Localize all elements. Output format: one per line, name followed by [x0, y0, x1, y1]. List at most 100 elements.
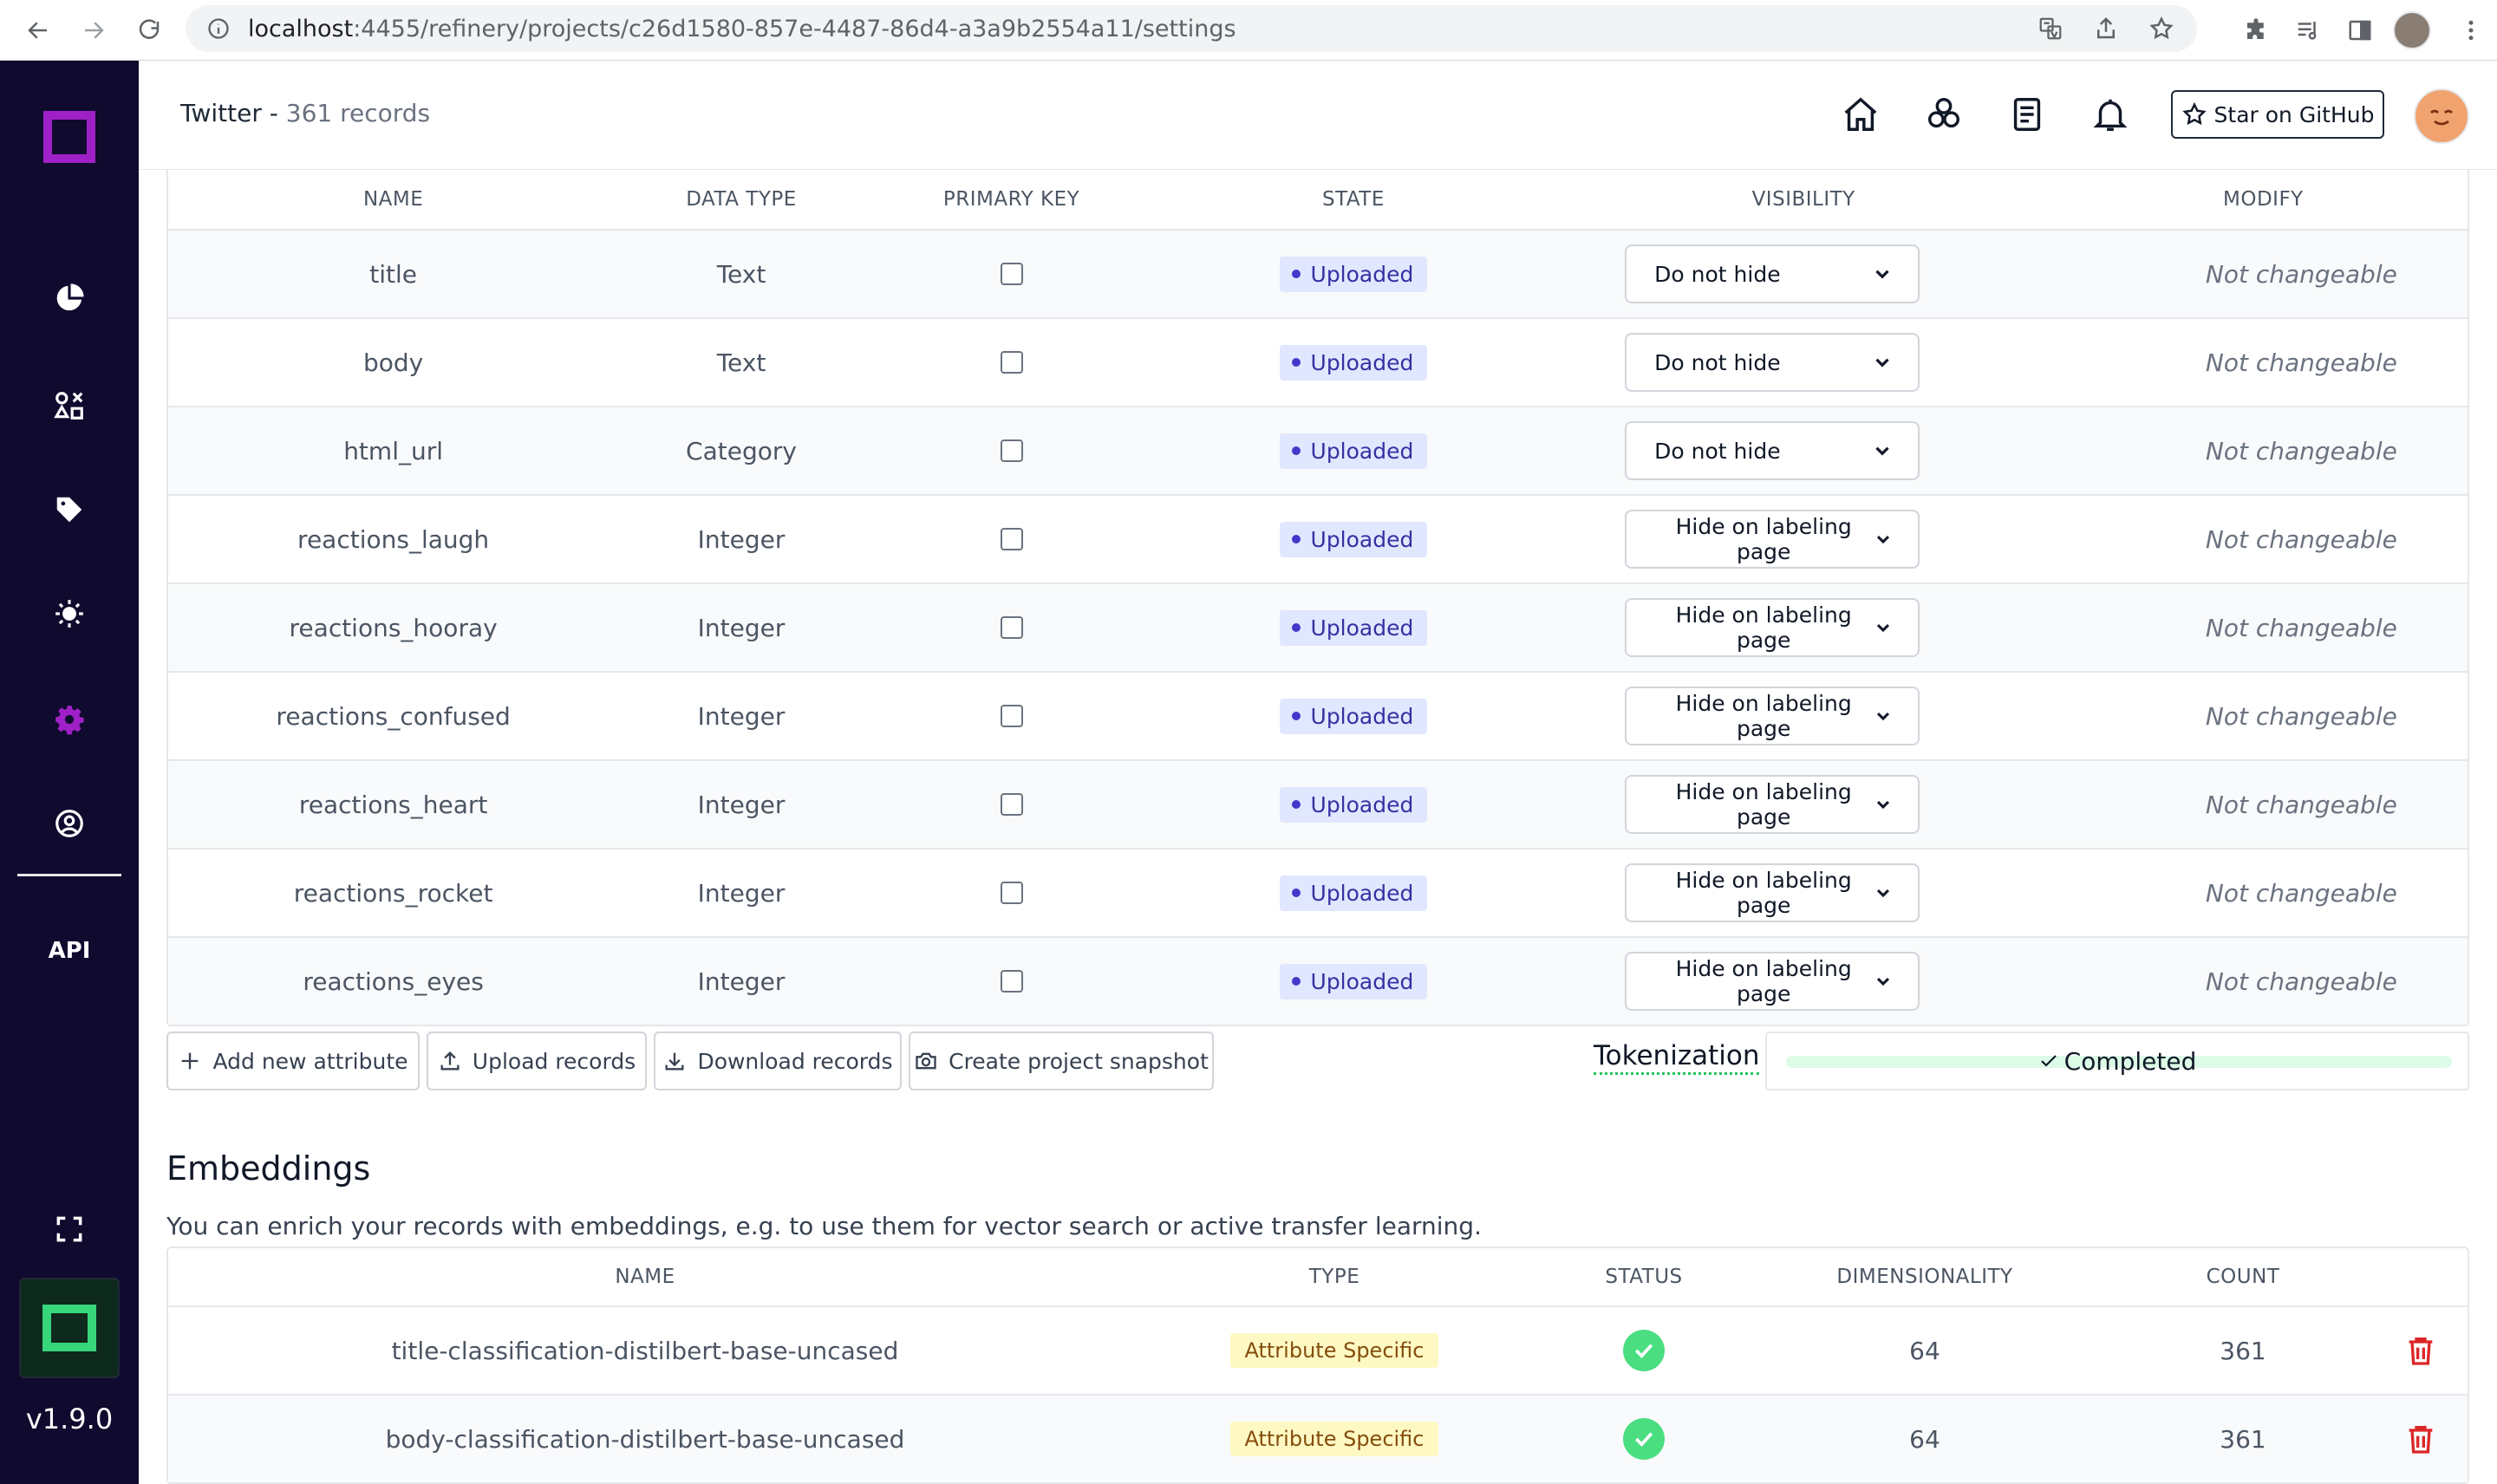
visibility-dropdown[interactable]: Do not hide [1625, 244, 1920, 303]
settings-gear-icon[interactable] [43, 693, 95, 745]
heuristics-lightbulb-icon[interactable] [43, 588, 95, 640]
api-link[interactable]: API [0, 938, 139, 964]
state-badge: Uploaded [1279, 875, 1428, 911]
embedding-count: 361 [2220, 1424, 2266, 1454]
visibility-dropdown[interactable]: Hide on labeling page [1625, 952, 1920, 1011]
browser-profile-avatar[interactable] [2393, 11, 2431, 49]
state-label: Uploaded [1310, 880, 1414, 906]
page-header: Twitter - 361 records Star on GitHub [139, 61, 2497, 170]
state-label: Uploaded [1310, 615, 1414, 641]
attributes-table-header: NAME DATA TYPE PRIMARY KEY STATE VISIBIL… [168, 170, 2468, 231]
forward-arrow-icon[interactable] [75, 11, 113, 49]
labeling-tag-icon[interactable] [43, 484, 95, 536]
primary-key-checkbox[interactable] [1000, 970, 1023, 993]
primary-key-checkbox[interactable] [1000, 793, 1023, 816]
chevron-down-icon [1877, 977, 1890, 986]
visibility-dropdown[interactable]: Hide on labeling page [1625, 510, 1920, 569]
primary-key-checkbox[interactable] [1000, 263, 1023, 285]
projects-cubes-icon[interactable] [1921, 92, 1966, 137]
url-path: :4455/refinery/projects/c26d1580-857e-44… [353, 15, 1236, 42]
chevron-down-icon [1877, 888, 1890, 898]
extensions-icon[interactable] [2230, 4, 2282, 56]
attribute-data-type: Text [716, 348, 766, 377]
delete-trash-icon[interactable] [2377, 1333, 2464, 1368]
modify-status: Not changeable [2205, 613, 2397, 642]
embedding-row: body-classification-distilbert-base-unca… [168, 1396, 2468, 1484]
column-header-primary-key: PRIMARY KEY [942, 188, 1080, 211]
home-icon[interactable] [1838, 92, 1883, 137]
share-icon[interactable] [2084, 7, 2128, 50]
bookmark-star-icon[interactable] [2140, 7, 2183, 50]
left-sidebar: API v1.9.0 [0, 61, 139, 1484]
plus-icon [182, 1052, 199, 1070]
attribute-row: reactions_laugh Integer Uploaded Hide on la… [168, 496, 2468, 584]
add-new-attribute-button[interactable]: Add new attribute [166, 1032, 420, 1090]
fullscreen-icon[interactable] [43, 1203, 95, 1255]
attribute-name: reactions_heart [298, 790, 488, 819]
visibility-dropdown[interactable]: Hide on labeling page [1625, 687, 1920, 745]
star-on-github-button[interactable]: Star on GitHub [2171, 90, 2384, 139]
kern-logo[interactable] [19, 1278, 120, 1378]
visibility-value: Hide on labeling page [1675, 602, 1852, 653]
address-bar[interactable]: localhost:4455/refinery/projects/c26d158… [186, 5, 2197, 52]
state-badge: Uploaded [1279, 521, 1428, 557]
primary-key-checkbox[interactable] [1000, 528, 1023, 550]
site-info-icon[interactable] [206, 16, 231, 41]
state-badge: Uploaded [1279, 256, 1428, 292]
primary-key-checkbox[interactable] [1000, 882, 1023, 904]
status-check-circle-icon [1623, 1418, 1665, 1460]
embedding-count: 361 [2220, 1336, 2266, 1365]
state-badge: Uploaded [1279, 609, 1428, 646]
attribute-name: reactions_eyes [303, 967, 484, 996]
state-label: Uploaded [1310, 349, 1414, 375]
data-browser-shapes-icon[interactable] [43, 380, 95, 432]
primary-key-checkbox[interactable] [1000, 705, 1023, 727]
side-panel-icon[interactable] [2334, 4, 2386, 56]
attribute-data-type: Integer [697, 613, 786, 642]
visibility-dropdown[interactable]: Hide on labeling page [1625, 598, 1920, 657]
refinery-logo[interactable] [43, 111, 95, 163]
state-dot-icon [1291, 270, 1301, 278]
attribute-row: title Text Uploaded Do not hide Not changeab… [168, 231, 2468, 319]
attribute-data-type: Integer [697, 878, 786, 908]
url-host: localhost [248, 15, 354, 42]
state-label: Uploaded [1310, 703, 1414, 729]
status-check-circle-icon [1623, 1330, 1665, 1371]
attribute-row: reactions_hooray Integer Uploaded Hide on l… [168, 584, 2468, 673]
attribute-name: reactions_rocket [293, 878, 493, 908]
visibility-dropdown[interactable]: Do not hide [1625, 333, 1920, 392]
attribute-name: title [369, 259, 417, 289]
attribute-data-type: Text [716, 259, 766, 289]
version-label: v1.9.0 [25, 1403, 114, 1435]
state-dot-icon [1291, 358, 1301, 367]
reload-icon[interactable] [130, 11, 168, 49]
documentation-icon[interactable] [2005, 92, 2050, 137]
delete-trash-icon[interactable] [2377, 1422, 2464, 1456]
upload-records-button[interactable]: Upload records [427, 1032, 647, 1090]
browser-menu-icon[interactable] [2445, 4, 2497, 56]
state-label: Uploaded [1310, 526, 1414, 552]
translate-icon[interactable] [2029, 7, 2072, 50]
camera-icon [916, 1052, 936, 1070]
user-profile-icon[interactable] [43, 797, 95, 849]
visibility-dropdown[interactable]: Hide on labeling page [1625, 775, 1920, 834]
visibility-dropdown[interactable]: Do not hide [1625, 421, 1920, 480]
column-header-state: STATE [1321, 188, 1385, 211]
state-badge: Uploaded [1279, 963, 1428, 999]
primary-key-checkbox[interactable] [1000, 439, 1023, 462]
chevron-down-icon [1875, 446, 1889, 456]
primary-key-checkbox[interactable] [1000, 351, 1023, 374]
primary-key-checkbox[interactable] [1000, 616, 1023, 639]
modify-status: Not changeable [2205, 524, 2397, 554]
modify-status: Not changeable [2205, 436, 2397, 465]
download-records-button[interactable]: Download records [654, 1032, 902, 1090]
overview-pie-chart-icon[interactable] [43, 272, 95, 324]
user-avatar[interactable] [2414, 88, 2469, 144]
back-arrow-icon[interactable] [19, 11, 57, 49]
notifications-bell-icon[interactable] [2088, 92, 2133, 137]
media-controls-icon[interactable] [2282, 4, 2334, 56]
visibility-dropdown[interactable]: Hide on labeling page [1625, 863, 1920, 922]
state-badge: Uploaded [1279, 698, 1428, 734]
attribute-name: reactions_laugh [297, 524, 490, 554]
create-project-snapshot-button[interactable]: Create project snapshot [909, 1032, 1214, 1090]
